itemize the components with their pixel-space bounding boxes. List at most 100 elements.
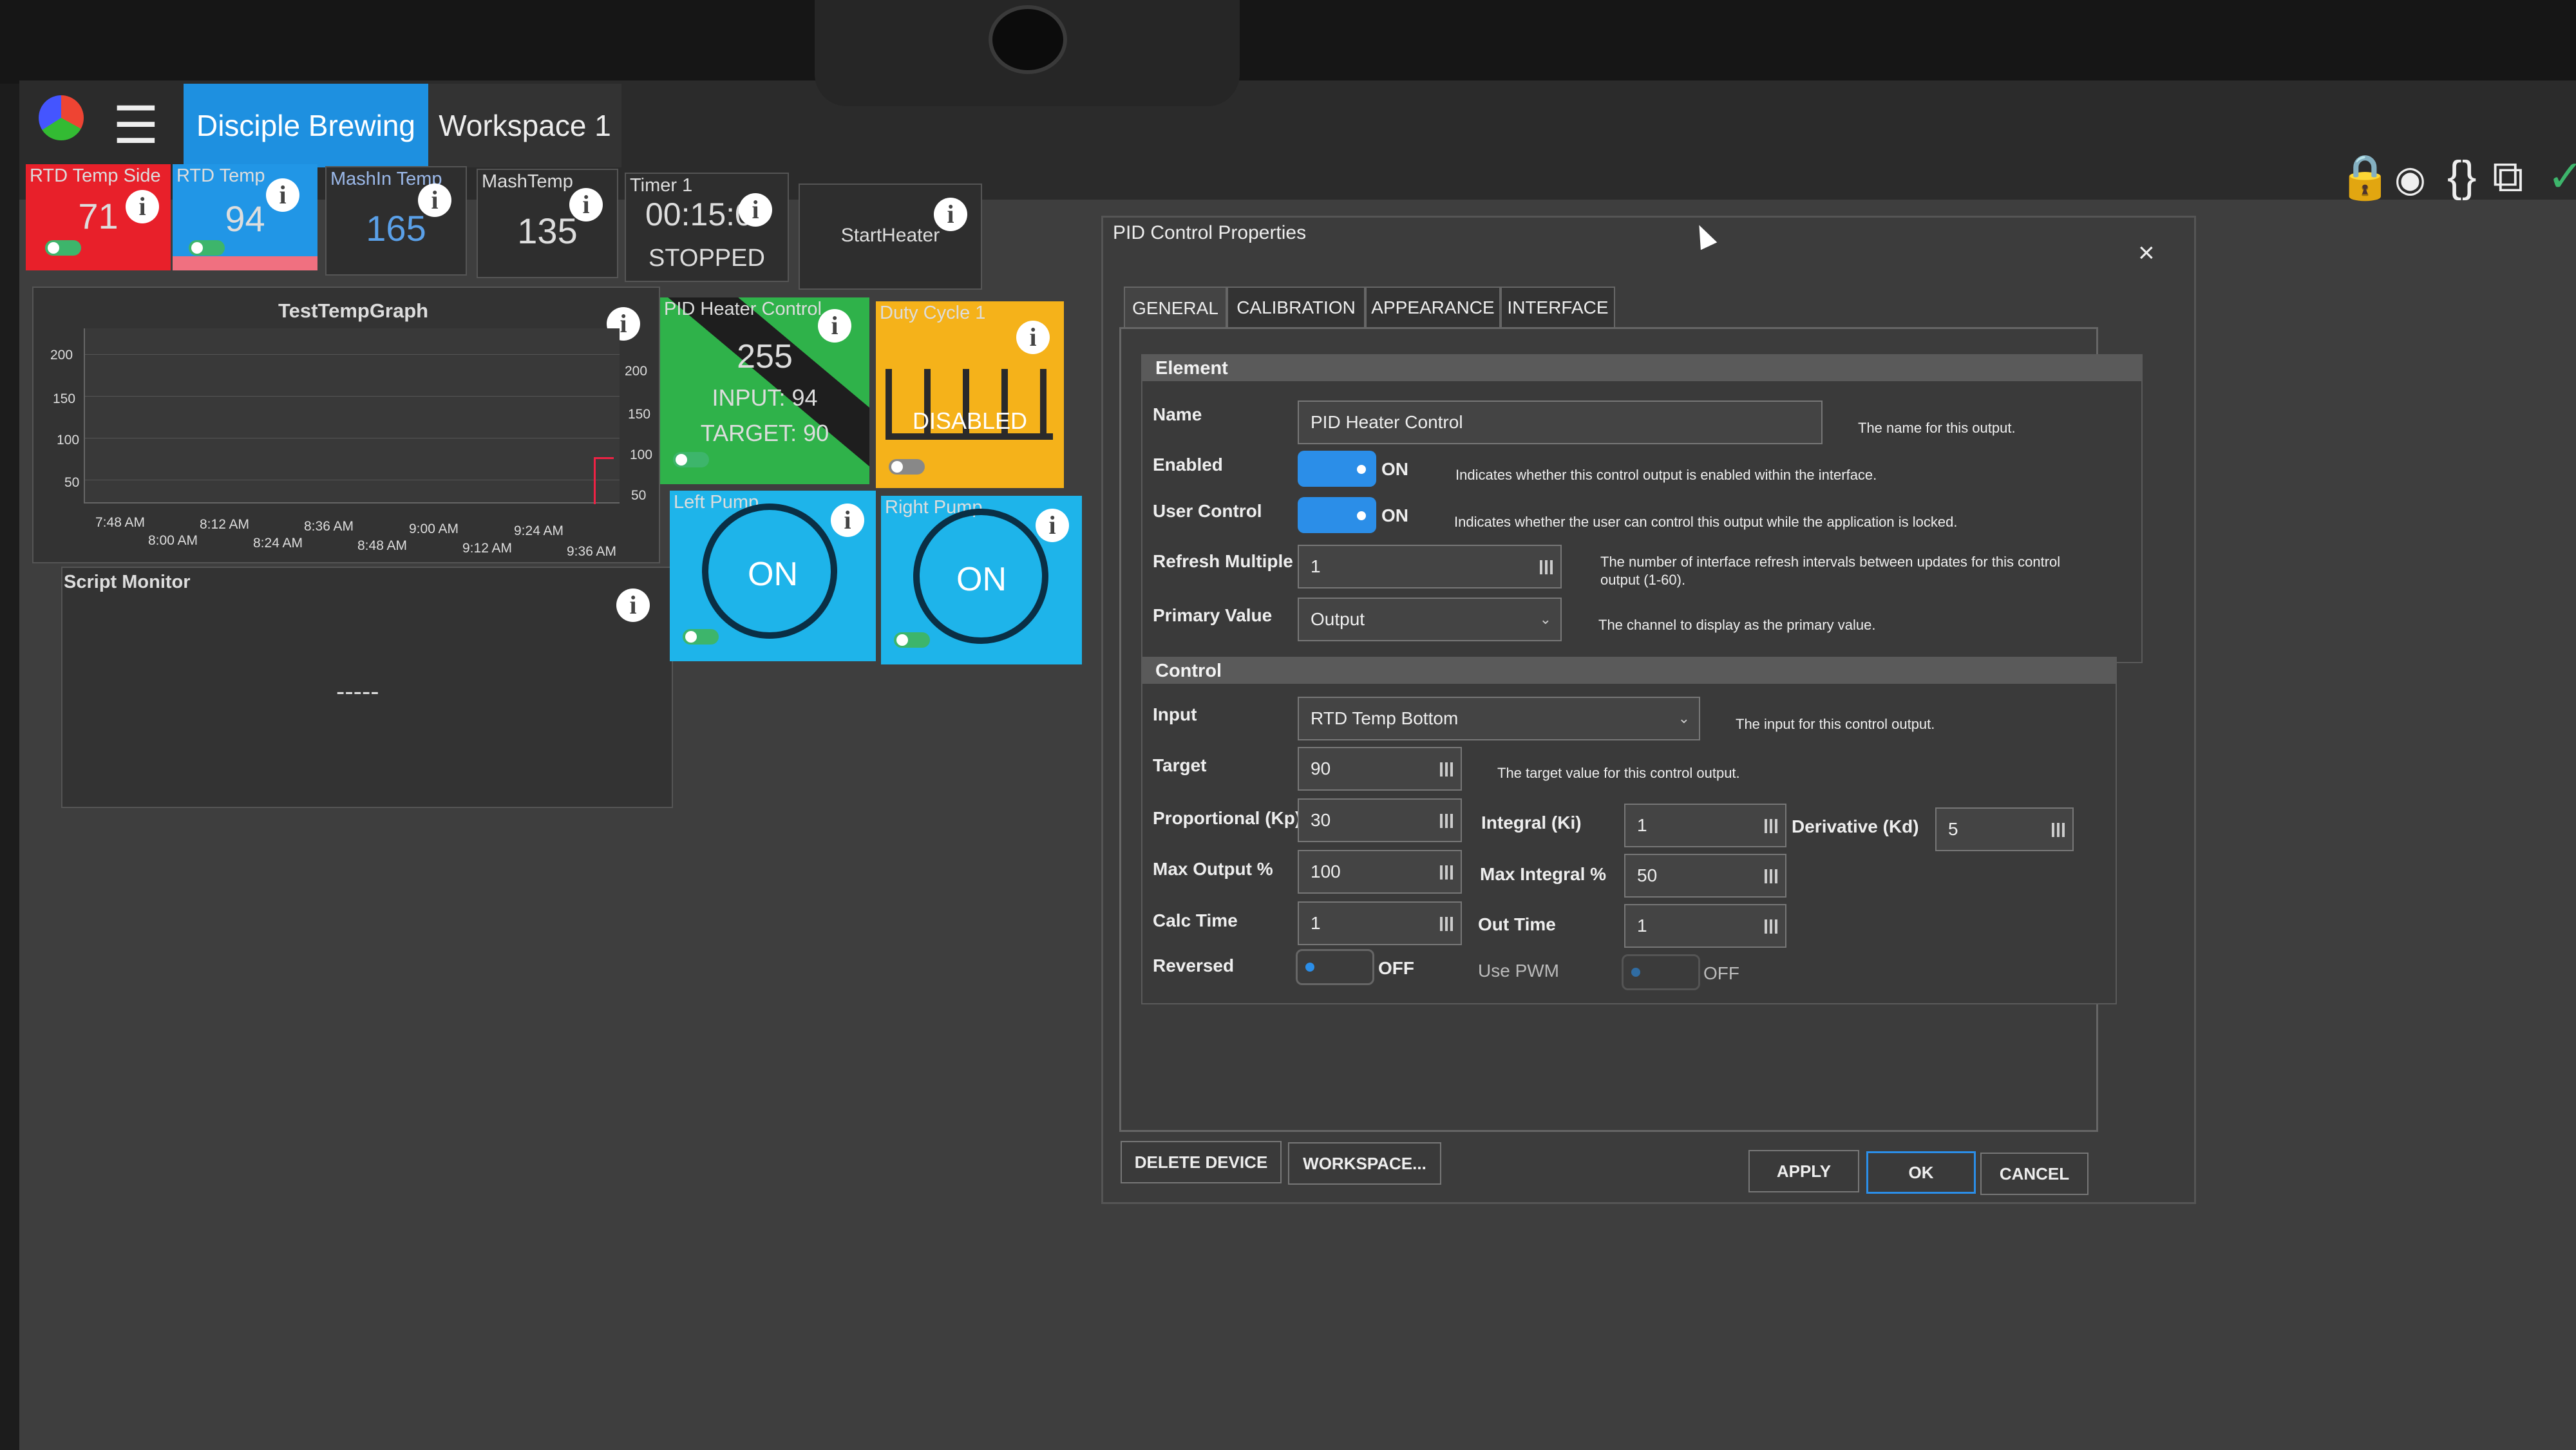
primary-value-select[interactable]: Output ⌄ bbox=[1298, 598, 1562, 641]
field-value: 5 bbox=[1948, 819, 1958, 839]
reversed-label: Reversed bbox=[1153, 956, 1235, 975]
ki-field[interactable]: 1 bbox=[1624, 804, 1786, 847]
stepper-icon[interactable] bbox=[1440, 865, 1454, 880]
calc-time-field[interactable]: 1 bbox=[1298, 901, 1462, 945]
use-pwm-toggle[interactable] bbox=[1622, 954, 1700, 990]
lock-icon[interactable]: 🔒 bbox=[2338, 151, 2392, 203]
tile-duty-cycle-1[interactable]: Duty Cycle 1 DISABLED i bbox=[876, 301, 1064, 488]
tab-appearance[interactable]: APPEARANCE bbox=[1365, 287, 1501, 329]
info-icon[interactable]: i bbox=[831, 504, 864, 537]
name-label: Name bbox=[1153, 404, 1202, 424]
name-field[interactable]: PID Heater Control bbox=[1298, 400, 1823, 444]
select-value: RTD Temp Bottom bbox=[1311, 708, 1459, 728]
field-value: 1 bbox=[1637, 815, 1647, 835]
timer-status: STOPPED bbox=[649, 245, 765, 272]
tile-start-heater[interactable]: StartHeater i bbox=[799, 184, 982, 290]
menu-icon[interactable]: ☰ bbox=[113, 100, 159, 151]
name-description: The name for this output. bbox=[1858, 420, 2016, 436]
kp-field[interactable]: 30 bbox=[1298, 798, 1462, 842]
target-field[interactable]: 90 bbox=[1298, 747, 1462, 791]
tile-right-pump[interactable]: Right Pump ON i bbox=[881, 496, 1082, 664]
tile-title: Timer 1 bbox=[630, 175, 693, 196]
apply-button[interactable]: APPLY bbox=[1748, 1150, 1859, 1192]
tile-toggle[interactable] bbox=[894, 632, 930, 648]
max-integral-label: Max Integral % bbox=[1480, 864, 1607, 884]
tile-mashtemp[interactable]: MashTemp 135 i bbox=[477, 169, 618, 278]
tile-toggle[interactable] bbox=[889, 459, 925, 475]
tab-general[interactable]: GENERAL bbox=[1124, 287, 1227, 329]
tile-toggle[interactable] bbox=[683, 629, 719, 645]
info-icon[interactable]: i bbox=[739, 193, 772, 227]
use-pwm-label: Use PWM bbox=[1478, 961, 1559, 981]
info-icon[interactable]: i bbox=[569, 188, 603, 221]
chart-icon[interactable]: ⧉ bbox=[2492, 151, 2524, 203]
ok-button[interactable]: OK bbox=[1866, 1151, 1976, 1194]
monitor-bezel bbox=[0, 0, 2576, 84]
max-integral-field[interactable]: 50 bbox=[1624, 854, 1786, 898]
tab-disciple-brewing[interactable]: Disciple Brewing bbox=[184, 84, 428, 167]
dialog-title: PID Control Properties bbox=[1113, 222, 1307, 243]
tile-title: MashTemp bbox=[482, 171, 573, 192]
tile-rtd-temp-side[interactable]: RTD Temp Side 71 i bbox=[26, 164, 171, 270]
user-control-state: ON bbox=[1381, 505, 1408, 525]
info-icon[interactable]: i bbox=[1036, 509, 1069, 542]
stepper-icon[interactable] bbox=[1765, 869, 1779, 883]
user-control-toggle[interactable] bbox=[1298, 497, 1376, 533]
delete-device-button[interactable]: DELETE DEVICE bbox=[1121, 1141, 1282, 1183]
script-monitor-title: Script Monitor bbox=[64, 572, 191, 592]
info-icon[interactable]: i bbox=[616, 588, 650, 622]
reversed-state: OFF bbox=[1378, 958, 1414, 978]
x-tick: 8:36 AM bbox=[304, 519, 354, 534]
info-icon[interactable]: i bbox=[266, 178, 299, 212]
out-time-field[interactable]: 1 bbox=[1624, 904, 1786, 948]
field-value: 1 bbox=[1637, 916, 1647, 936]
y-tick-left: 50 bbox=[64, 475, 80, 490]
eye-icon[interactable]: ◉ bbox=[2394, 158, 2426, 200]
check-icon[interactable]: ✓ bbox=[2547, 151, 2576, 202]
info-icon[interactable]: i bbox=[126, 190, 159, 223]
tile-mashin-temp[interactable]: MashIn Temp 165 i bbox=[325, 166, 467, 276]
stepper-icon[interactable] bbox=[1440, 762, 1454, 777]
info-icon[interactable]: i bbox=[818, 309, 851, 343]
stepper-icon[interactable] bbox=[1765, 919, 1779, 934]
workspace-button[interactable]: WORKSPACE... bbox=[1288, 1142, 1441, 1185]
tile-pid-heater-control[interactable]: PID Heater Control 255 INPUT: 94 TARGET:… bbox=[660, 297, 869, 484]
input-select[interactable]: RTD Temp Bottom ⌄ bbox=[1298, 697, 1700, 740]
enabled-state: ON bbox=[1381, 459, 1408, 479]
tile-timer-1[interactable]: Timer 1 00:15:0 STOPPED i bbox=[625, 173, 789, 282]
stepper-icon[interactable] bbox=[2052, 823, 2066, 837]
info-icon[interactable]: i bbox=[934, 198, 967, 231]
tile-toggle[interactable] bbox=[189, 240, 225, 256]
max-output-field[interactable]: 100 bbox=[1298, 850, 1462, 894]
tile-toggle[interactable] bbox=[673, 452, 709, 467]
info-icon[interactable]: i bbox=[418, 184, 451, 217]
tile-rtd-temp[interactable]: RTD Temp 94 i bbox=[173, 164, 317, 270]
braces-icon[interactable]: {} bbox=[2447, 151, 2476, 202]
enabled-toggle[interactable] bbox=[1298, 451, 1376, 487]
stepper-icon[interactable] bbox=[1765, 819, 1779, 833]
section-header: Element bbox=[1142, 355, 2141, 381]
refresh-multiple-field[interactable]: 1 bbox=[1298, 545, 1562, 588]
reversed-toggle[interactable] bbox=[1296, 949, 1374, 985]
info-icon[interactable]: i bbox=[1016, 321, 1050, 354]
section-header: Control bbox=[1142, 658, 2116, 684]
tile-toggle[interactable] bbox=[45, 240, 81, 256]
stepper-icon[interactable] bbox=[1540, 560, 1554, 574]
close-icon[interactable]: × bbox=[2138, 237, 2155, 269]
y-tick-right: 200 bbox=[625, 364, 648, 379]
tab-interface[interactable]: INTERFACE bbox=[1501, 287, 1615, 329]
stepper-icon[interactable] bbox=[1440, 917, 1454, 931]
primary-value-label: Primary Value bbox=[1153, 605, 1273, 625]
tab-calibration[interactable]: CALIBRATION bbox=[1227, 287, 1365, 329]
tile-bar bbox=[173, 256, 317, 270]
refresh-multiple-label: Refresh Multiple bbox=[1153, 551, 1293, 571]
tab-workspace-1[interactable]: Workspace 1 bbox=[428, 84, 621, 167]
input-description: The input for this control output. bbox=[1736, 716, 1935, 732]
cancel-button[interactable]: CANCEL bbox=[1980, 1153, 2088, 1195]
kp-label: Proportional (Kp) bbox=[1153, 808, 1302, 828]
stepper-icon[interactable] bbox=[1440, 814, 1454, 828]
kd-field[interactable]: 5 bbox=[1935, 807, 2074, 851]
tile-left-pump[interactable]: Left Pump ON i bbox=[670, 491, 876, 661]
enabled-label: Enabled bbox=[1153, 455, 1223, 475]
out-time-label: Out Time bbox=[1478, 914, 1556, 934]
